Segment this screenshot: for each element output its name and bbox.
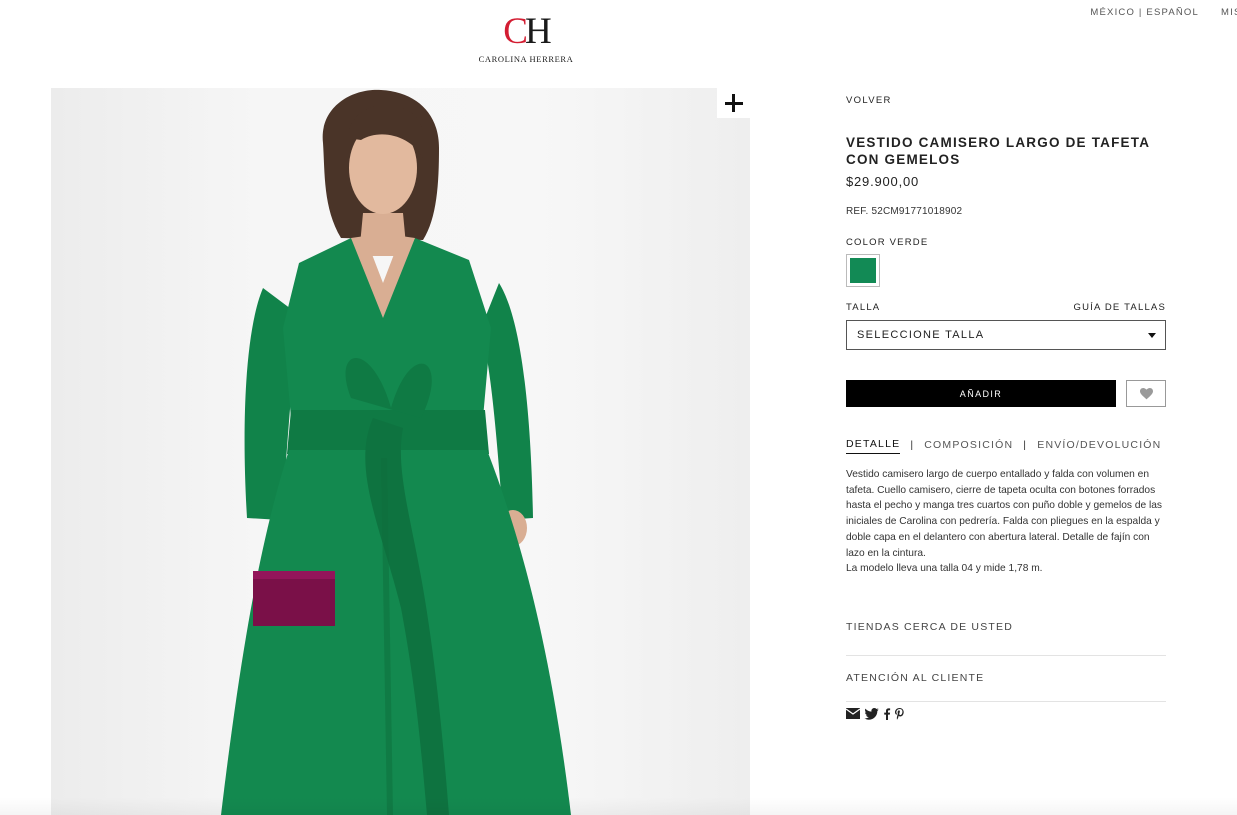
- email-icon[interactable]: [846, 708, 860, 720]
- size-select[interactable]: SELECCIONE TALLA: [846, 320, 1166, 350]
- stores-near-you-link[interactable]: TIENDAS CERCA DE USTED: [846, 621, 1166, 656]
- product-image[interactable]: [51, 88, 750, 815]
- tab-separator: |: [910, 438, 915, 451]
- logo-wordmark: CAROLINA HERRERA: [478, 54, 574, 64]
- description-text: Vestido camisero largo de cuerpo entalla…: [846, 469, 1163, 559]
- twitter-icon[interactable]: [864, 707, 879, 720]
- size-row: TALLA GUÍA DE TALLAS: [846, 302, 1166, 313]
- tab-separator: |: [1023, 438, 1028, 451]
- color-swatch-verde[interactable]: [846, 254, 880, 287]
- tab-detalle[interactable]: DETALLE: [846, 438, 901, 454]
- locale-selector[interactable]: MÉXICO | ESPAÑOL: [1090, 7, 1199, 18]
- size-select-value: SELECCIONE TALLA: [857, 329, 985, 341]
- detail-tabs: DETALLE | COMPOSICIÓN | ENVÍO/DEVOLUCIÓN: [846, 438, 1166, 454]
- logo-monogram: CH: [474, 12, 578, 52]
- back-link[interactable]: VOLVER: [846, 95, 892, 106]
- social-share: [846, 706, 1166, 722]
- heart-icon: [1139, 387, 1153, 399]
- customer-service-link[interactable]: ATENCIÓN AL CLIENTE: [846, 656, 1166, 702]
- tab-envio-devolucion[interactable]: ENVÍO/DEVOLUCIÓN: [1037, 439, 1161, 454]
- color-swatch-fill: [850, 258, 876, 283]
- logo-monogram-h: H: [524, 11, 552, 52]
- product-title: VESTIDO CAMISERO LARGO DE TAFETA CON GEM…: [846, 135, 1150, 167]
- wishlist-button[interactable]: [1126, 380, 1166, 407]
- product-reference: REF. 52CM91771018902: [846, 206, 963, 217]
- facebook-icon[interactable]: [883, 708, 891, 720]
- color-label: COLOR VERDE: [846, 237, 929, 248]
- brand-logo[interactable]: CH CAROLINA HERRERA: [474, 12, 578, 65]
- product-info-panel: VOLVER VESTIDO CAMISERO LARGO DE TAFETA …: [846, 90, 1166, 722]
- plus-icon: [724, 94, 743, 112]
- pinterest-icon[interactable]: [895, 707, 904, 720]
- add-to-cart-button[interactable]: AÑADIR: [846, 380, 1116, 407]
- top-utility-bar: MÉXICO | ESPAÑOL MIS: [1090, 7, 1237, 18]
- size-label: TALLA: [846, 302, 881, 313]
- size-guide-link[interactable]: GUÍA DE TALLAS: [1074, 302, 1166, 313]
- zoom-button[interactable]: [717, 88, 750, 118]
- caret-down-icon: [1148, 332, 1156, 338]
- model-note: La modelo lleva una talla 04 y mide 1,78…: [846, 563, 1043, 575]
- account-link[interactable]: MIS: [1221, 7, 1237, 18]
- product-price: $29.900,00: [846, 174, 920, 189]
- tab-composicion[interactable]: COMPOSICIÓN: [924, 439, 1013, 454]
- logo-monogram-c: C: [503, 11, 528, 52]
- info-links: TIENDAS CERCA DE USTED ATENCIÓN AL CLIEN…: [846, 621, 1166, 702]
- product-photo-illustration: [221, 89, 571, 815]
- purchase-actions: AÑADIR: [846, 380, 1166, 407]
- product-description: Vestido camisero largo de cuerpo entalla…: [846, 467, 1166, 577]
